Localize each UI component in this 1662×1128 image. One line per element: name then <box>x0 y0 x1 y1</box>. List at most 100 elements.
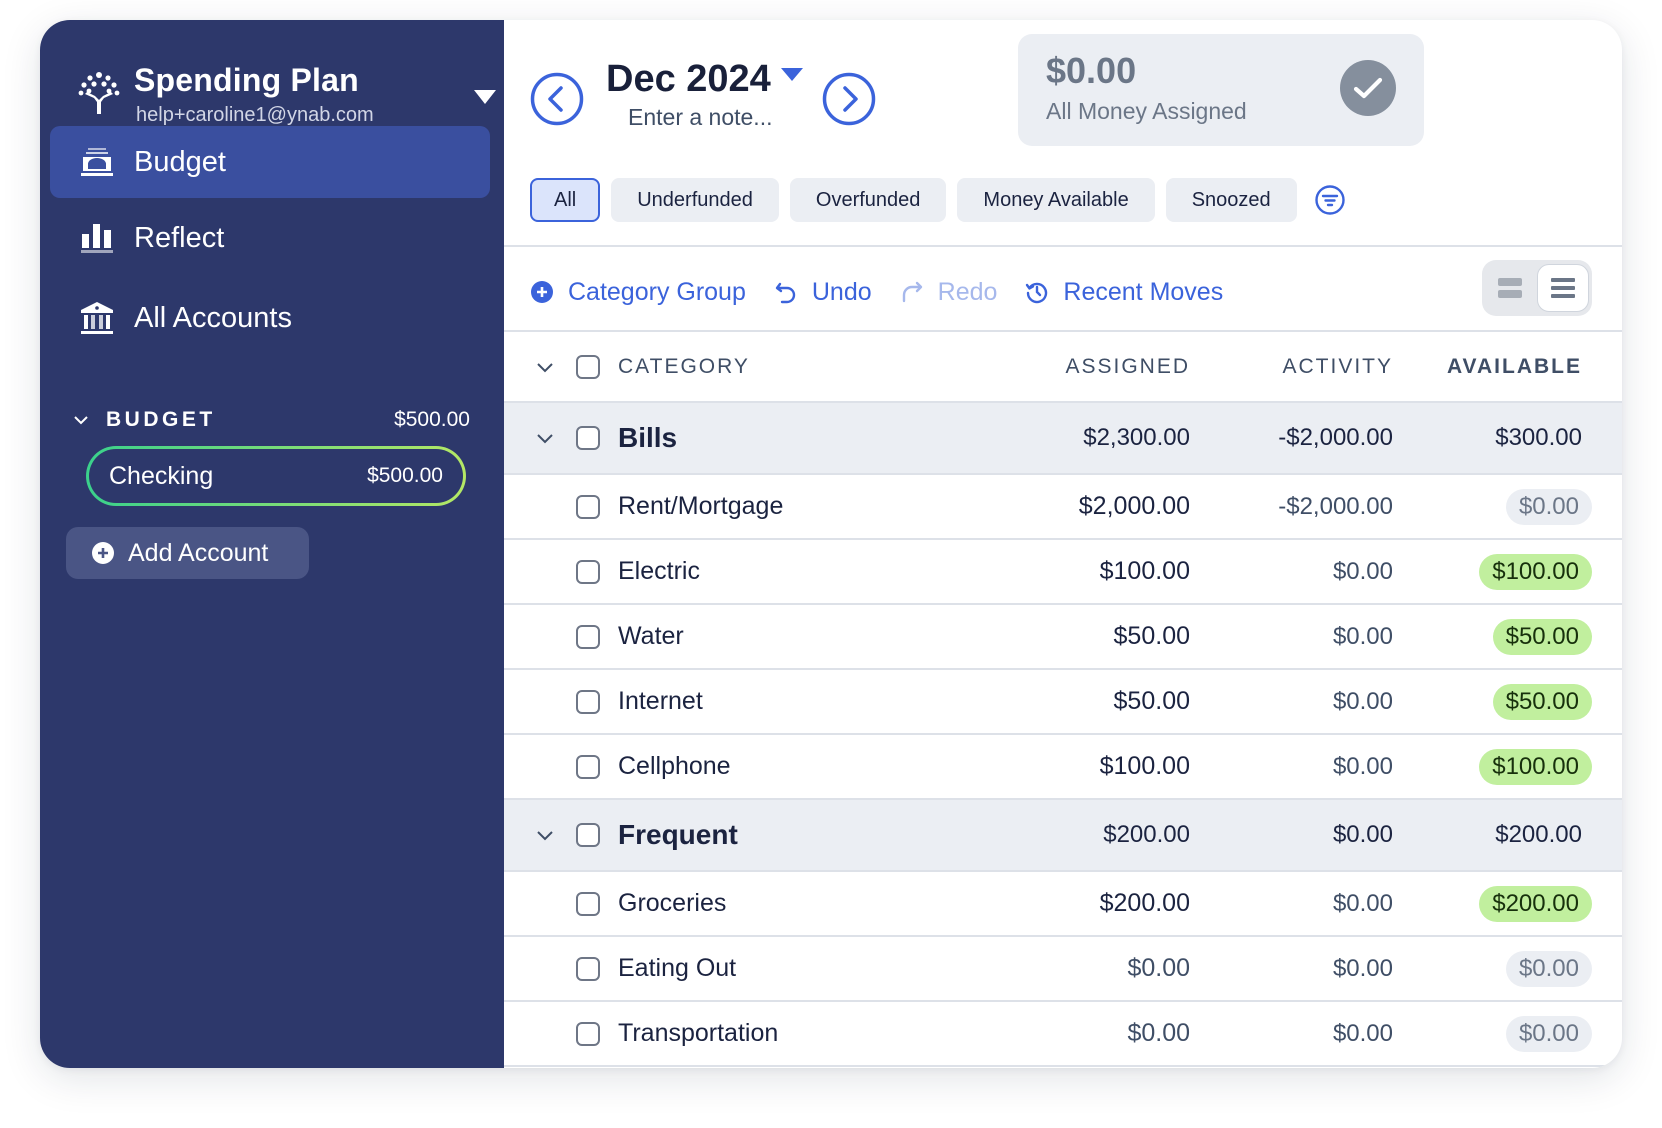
group-checkbox[interactable] <box>576 426 600 450</box>
available-badge[interactable]: $200.00 <box>1479 885 1592 922</box>
category-name[interactable]: Groceries <box>618 889 726 918</box>
assigned-input[interactable]: $100.00 <box>1100 752 1190 781</box>
category-checkbox[interactable] <box>576 559 600 584</box>
row-density-toggle <box>1482 260 1592 316</box>
collapse-all-chevron-icon[interactable] <box>534 356 556 378</box>
caret-down-icon[interactable] <box>474 90 496 104</box>
category-row[interactable]: Water $50.00 $0.00 $50.00 <box>504 605 1622 670</box>
category-checkbox[interactable] <box>576 754 600 779</box>
category-name[interactable]: Water <box>618 622 684 651</box>
add-account-button[interactable]: Add Account <box>66 527 309 579</box>
available-badge[interactable]: $0.00 <box>1505 950 1592 987</box>
filter-snoozed[interactable]: Snoozed <box>1165 178 1297 222</box>
redo-button[interactable]: Redo <box>900 278 997 307</box>
activity-value[interactable]: $0.00 <box>1333 558 1393 586</box>
category-row[interactable]: Internet $50.00 $0.00 $50.00 <box>504 670 1622 735</box>
compact-view-button[interactable] <box>1537 264 1589 312</box>
chevron-down-icon[interactable] <box>534 824 556 846</box>
activity-value[interactable]: $0.00 <box>1333 1020 1393 1048</box>
category-row[interactable]: Rent/Mortgage $2,000.00 -$2,000.00 $0.00 <box>504 475 1622 540</box>
assigned-input[interactable]: $50.00 <box>1114 622 1190 651</box>
activity-value[interactable]: $0.00 <box>1333 955 1393 983</box>
filter-icon[interactable] <box>1314 184 1346 216</box>
available-badge[interactable]: $100.00 <box>1479 748 1592 785</box>
header-assigned[interactable]: ASSIGNED <box>1065 355 1190 379</box>
activity-value[interactable]: $0.00 <box>1333 890 1393 918</box>
filter-all[interactable]: All <box>530 178 601 222</box>
category-checkbox[interactable] <box>576 1021 600 1046</box>
available-cell[interactable]: $100.00 <box>1479 748 1592 785</box>
category-name[interactable]: Cellphone <box>618 752 731 781</box>
assigned-input[interactable]: $0.00 <box>1127 954 1190 983</box>
assigned-input[interactable]: $0.00 <box>1127 1019 1190 1048</box>
filter-overfunded[interactable]: Overfunded <box>789 178 947 222</box>
assigned-input[interactable]: $2,000.00 <box>1079 492 1190 521</box>
assigned-input[interactable]: $200.00 <box>1100 889 1190 918</box>
activity-value[interactable]: $0.00 <box>1333 623 1393 651</box>
add-category-group-button[interactable]: Category Group <box>530 278 746 307</box>
comfortable-view-button[interactable] <box>1484 264 1536 312</box>
category-group-row[interactable]: Bills $2,300.00 -$2,000.00 $300.00 <box>504 403 1622 475</box>
category-row[interactable]: Electric $100.00 $0.00 $100.00 <box>504 540 1622 605</box>
available-badge[interactable]: $50.00 <box>1492 683 1592 720</box>
category-row[interactable]: Cellphone $100.00 $0.00 $100.00 <box>504 735 1622 800</box>
filter-money-available[interactable]: Money Available <box>957 178 1155 222</box>
header-category[interactable]: CATEGORY <box>618 355 750 379</box>
category-name[interactable]: Rent/Mortgage <box>618 492 783 521</box>
account-checking[interactable]: Checking $500.00 <box>86 446 466 506</box>
account-group-budget[interactable]: BUDGET $500.00 <box>70 400 470 440</box>
account-balance: $500.00 <box>367 464 443 487</box>
group-name[interactable]: Frequent <box>618 819 738 851</box>
next-month-button[interactable] <box>822 72 876 126</box>
filter-underfunded[interactable]: Underfunded <box>611 178 779 222</box>
category-checkbox[interactable] <box>576 891 600 916</box>
undo-button[interactable]: Undo <box>774 278 872 307</box>
activity-value[interactable]: -$2,000.00 <box>1278 493 1393 521</box>
category-name[interactable]: Internet <box>618 687 703 716</box>
available-cell[interactable]: $200.00 <box>1479 885 1592 922</box>
category-checkbox[interactable] <box>576 494 600 519</box>
chevron-down-icon[interactable] <box>534 427 556 449</box>
month-selector[interactable]: Dec 2024 <box>606 58 803 101</box>
available-badge[interactable]: $0.00 <box>1505 488 1592 525</box>
available-cell[interactable]: $0.00 <box>1505 1015 1592 1052</box>
header-activity[interactable]: ACTIVITY <box>1282 355 1393 379</box>
redo-icon <box>902 281 922 303</box>
available-badge[interactable]: $100.00 <box>1479 553 1592 590</box>
sidebar-item-budget[interactable]: Budget <box>50 126 490 198</box>
category-name[interactable]: Transportation <box>618 1019 778 1048</box>
category-row[interactable]: Transportation $0.00 $0.00 $0.00 <box>504 1002 1622 1067</box>
header-available[interactable]: AVAILABLE <box>1447 355 1582 379</box>
group-name[interactable]: Bills <box>618 422 677 454</box>
sidebar-item-all-accounts[interactable]: All Accounts <box>50 282 490 354</box>
available-cell[interactable]: $50.00 <box>1492 618 1592 655</box>
available-cell[interactable]: $100.00 <box>1479 553 1592 590</box>
activity-value[interactable]: $0.00 <box>1333 688 1393 716</box>
plan-switcher[interactable]: Spending Plan help+caroline1@ynab.com <box>76 42 496 132</box>
category-name[interactable]: Eating Out <box>618 954 736 983</box>
chevron-down-icon[interactable] <box>70 409 92 431</box>
select-all-checkbox[interactable] <box>576 354 600 379</box>
month-note-input[interactable]: Enter a note... <box>628 104 772 131</box>
assigned-input[interactable]: $50.00 <box>1114 687 1190 716</box>
bank-icon <box>80 301 114 335</box>
group-checkbox[interactable] <box>576 823 600 847</box>
previous-month-button[interactable] <box>530 72 584 126</box>
available-cell[interactable]: $50.00 <box>1492 683 1592 720</box>
sidebar-item-reflect[interactable]: Reflect <box>50 202 490 274</box>
available-cell[interactable]: $0.00 <box>1505 488 1592 525</box>
available-badge[interactable]: $50.00 <box>1492 618 1592 655</box>
recent-moves-button[interactable]: Recent Moves <box>1025 278 1223 307</box>
ready-to-assign-panel[interactable]: $0.00 All Money Assigned <box>1018 34 1424 146</box>
available-badge[interactable]: $0.00 <box>1505 1015 1592 1052</box>
category-group-row[interactable]: Frequent $200.00 $0.00 $200.00 <box>504 800 1622 872</box>
category-checkbox[interactable] <box>576 624 600 649</box>
category-row[interactable]: Eating Out $0.00 $0.00 $0.00 <box>504 937 1622 1002</box>
assigned-input[interactable]: $100.00 <box>1100 557 1190 586</box>
category-row[interactable]: Groceries $200.00 $0.00 $200.00 <box>504 872 1622 937</box>
available-cell[interactable]: $0.00 <box>1505 950 1592 987</box>
category-checkbox[interactable] <box>576 689 600 714</box>
category-checkbox[interactable] <box>576 956 600 981</box>
category-name[interactable]: Electric <box>618 557 700 586</box>
activity-value[interactable]: $0.00 <box>1333 753 1393 781</box>
